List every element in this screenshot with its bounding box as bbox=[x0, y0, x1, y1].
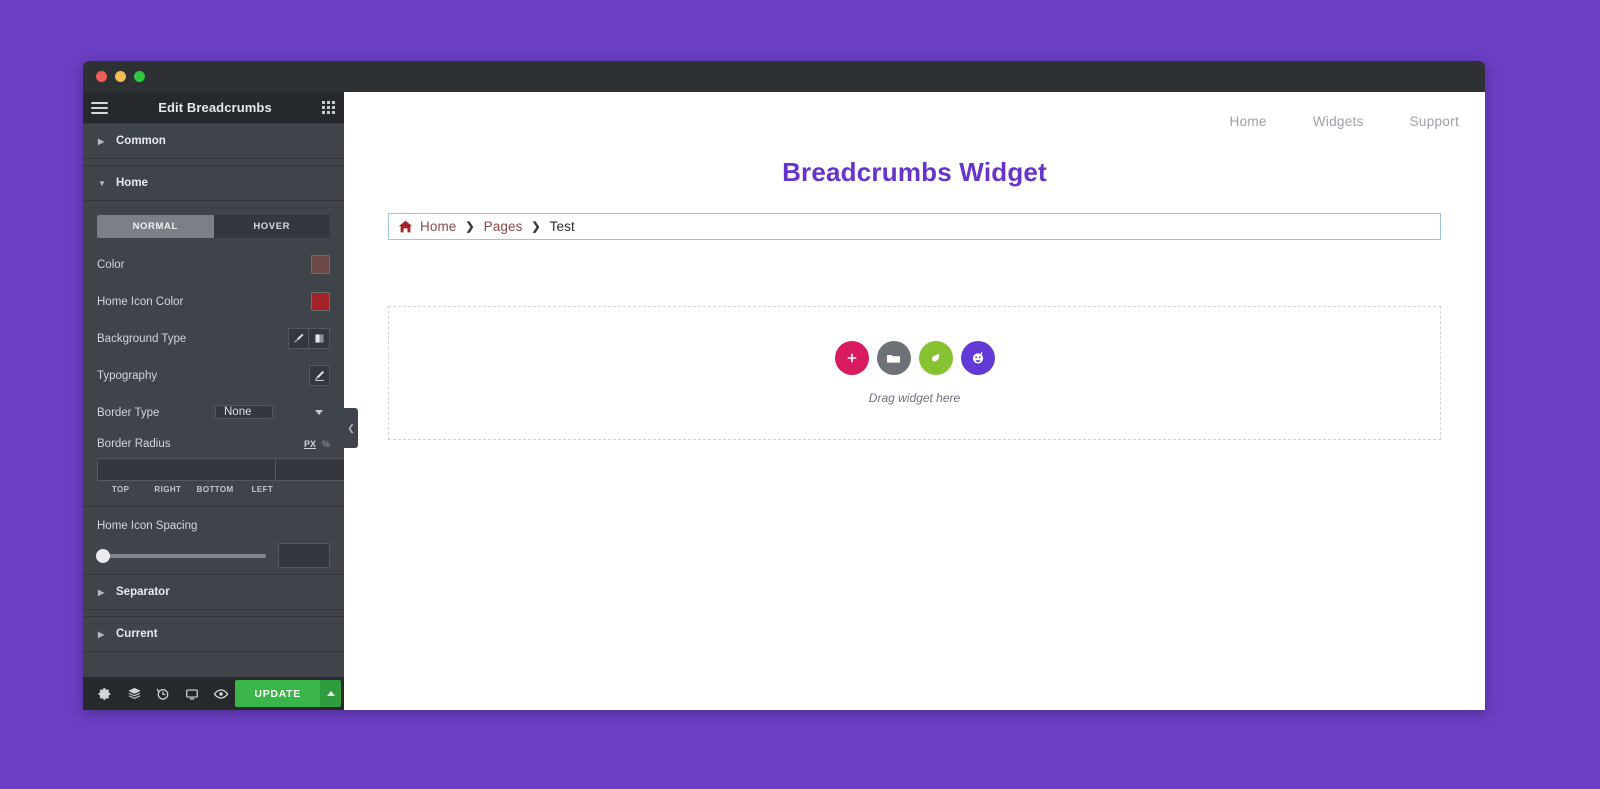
border-type-select-wrap: None bbox=[215, 401, 330, 424]
background-type-label: Background Type bbox=[97, 332, 187, 345]
navigator-layers-icon[interactable] bbox=[120, 677, 149, 710]
border-radius-side-labels: TOP RIGHT BOTTOM LEFT bbox=[97, 485, 330, 494]
row-home-icon-color: Home Icon Color bbox=[97, 283, 330, 320]
section-divider bbox=[83, 506, 344, 507]
home-icon-spacing-label: Home Icon Spacing bbox=[97, 520, 198, 532]
home-section: NORMAL HOVER Color Home Icon Color Backg… bbox=[83, 215, 344, 568]
typography-label: Typography bbox=[97, 369, 158, 382]
slider-thumb[interactable] bbox=[96, 548, 110, 563]
home-icon-spacing-row bbox=[96, 543, 330, 568]
grid-icon[interactable] bbox=[322, 101, 335, 114]
breadcrumbs-widget[interactable]: Home ❯ Pages ❯ Test bbox=[388, 213, 1441, 240]
border-radius-inputs bbox=[97, 458, 344, 481]
accordion-home[interactable]: ▼ Home bbox=[83, 165, 344, 201]
accordion-common-label: Common bbox=[116, 135, 166, 147]
accordion-current[interactable]: ▶ Current bbox=[83, 616, 344, 652]
panel-header: Edit Breadcrumbs bbox=[83, 92, 344, 123]
chevron-right-icon: ▶ bbox=[98, 136, 105, 146]
accordion-home-label: Home bbox=[116, 177, 148, 189]
site-nav: Home Widgets Support bbox=[344, 92, 1485, 129]
add-ai-button[interactable] bbox=[960, 341, 995, 375]
border-radius-top-input[interactable] bbox=[97, 458, 276, 481]
state-tabs: NORMAL HOVER bbox=[97, 215, 330, 238]
label-top: TOP bbox=[111, 485, 130, 494]
border-radius-header: Border Radius PX % bbox=[97, 431, 330, 450]
breadcrumb-separator: ❯ bbox=[531, 221, 541, 233]
responsive-monitor-icon[interactable] bbox=[178, 677, 207, 710]
chevron-right-icon: ▶ bbox=[98, 629, 105, 639]
label-right: RIGHT bbox=[154, 485, 182, 494]
row-border-type: Border Type None bbox=[97, 394, 330, 431]
nav-item-home[interactable]: Home bbox=[1230, 114, 1267, 129]
breadcrumb-separator: ❯ bbox=[465, 221, 475, 233]
accordion-separator[interactable]: ▶ Separator bbox=[83, 574, 344, 610]
home-icon-color-swatch[interactable] bbox=[311, 292, 330, 311]
label-bottom: BOTTOM bbox=[196, 485, 234, 494]
history-clock-icon[interactable] bbox=[149, 677, 178, 710]
preview-eye-icon[interactable] bbox=[207, 677, 236, 710]
settings-gear-icon[interactable] bbox=[91, 677, 120, 710]
accordion-common[interactable]: ▶ Common bbox=[83, 123, 344, 159]
label-spacer bbox=[286, 485, 330, 494]
add-template-button[interactable] bbox=[918, 341, 953, 375]
color-swatch[interactable] bbox=[311, 255, 330, 274]
background-type-options bbox=[288, 328, 330, 349]
accordion-separator-label: Separator bbox=[116, 586, 170, 598]
nav-item-widgets[interactable]: Widgets bbox=[1313, 114, 1364, 129]
panel-footer: UPDATE bbox=[83, 677, 344, 710]
home-icon-color-label: Home Icon Color bbox=[97, 295, 184, 308]
unit-px[interactable]: PX bbox=[304, 439, 316, 449]
editor-panel: Edit Breadcrumbs ▶ Common ▼ Home NORMAL … bbox=[83, 92, 358, 710]
tab-normal[interactable]: NORMAL bbox=[97, 215, 214, 238]
page-title: Breadcrumbs Widget bbox=[782, 157, 1047, 187]
window-close-button[interactable] bbox=[96, 71, 107, 82]
home-house-icon bbox=[398, 219, 413, 234]
breadcrumb-current-test: Test bbox=[549, 219, 575, 234]
tab-hover[interactable]: HOVER bbox=[213, 215, 330, 238]
color-label: Color bbox=[97, 258, 125, 271]
border-radius-units: PX % bbox=[304, 439, 330, 449]
pencil-icon[interactable] bbox=[309, 365, 330, 386]
row-color: Color bbox=[97, 246, 330, 283]
border-radius-right-input[interactable] bbox=[276, 458, 344, 481]
hamburger-icon[interactable] bbox=[91, 101, 108, 114]
chevron-right-icon: ▶ bbox=[98, 587, 105, 597]
chevron-up-icon[interactable] bbox=[320, 680, 341, 707]
panel-collapse-handle[interactable]: ❮ bbox=[344, 408, 358, 448]
row-typography: Typography bbox=[97, 357, 330, 394]
unit-percent[interactable]: % bbox=[322, 439, 330, 449]
chevron-down-icon bbox=[315, 410, 323, 415]
update-button[interactable]: UPDATE bbox=[235, 680, 320, 707]
editor-window: Edit Breadcrumbs ▶ Common ▼ Home NORMAL … bbox=[83, 61, 1485, 710]
breadcrumb-link-pages[interactable]: Pages bbox=[484, 219, 523, 234]
chevron-down-icon: ▼ bbox=[98, 178, 106, 188]
window-minimize-button[interactable] bbox=[115, 71, 126, 82]
add-folder-button[interactable] bbox=[876, 341, 911, 375]
widget-dropzone[interactable]: Drag widget here bbox=[388, 306, 1441, 440]
gradient-icon[interactable] bbox=[309, 328, 330, 349]
window-titlebar bbox=[83, 61, 1485, 92]
preview-canvas: Home Widgets Support Breadcrumbs Widget … bbox=[344, 92, 1485, 710]
window-maximize-button[interactable] bbox=[134, 71, 145, 82]
add-element-button[interactable] bbox=[834, 341, 869, 375]
border-radius-label: Border Radius bbox=[97, 438, 171, 450]
breadcrumb-link-home[interactable]: Home bbox=[420, 219, 456, 234]
panel-content: ▶ Common ▼ Home NORMAL HOVER Color Home … bbox=[83, 123, 344, 677]
panel-title: Edit Breadcrumbs bbox=[158, 100, 272, 115]
brush-icon[interactable] bbox=[288, 328, 309, 349]
update-group: UPDATE bbox=[235, 680, 341, 707]
dropzone-hint: Drag widget here bbox=[868, 391, 961, 405]
row-background-type: Background Type bbox=[97, 320, 330, 357]
accordion-current-label: Current bbox=[116, 628, 158, 640]
label-left: LEFT bbox=[251, 485, 274, 494]
dropzone-buttons bbox=[834, 341, 995, 375]
home-icon-spacing-slider[interactable] bbox=[96, 548, 266, 563]
border-type-label: Border Type bbox=[97, 406, 160, 419]
home-icon-spacing-input[interactable] bbox=[278, 543, 330, 568]
border-type-select[interactable]: None bbox=[215, 405, 273, 419]
nav-item-support[interactable]: Support bbox=[1410, 114, 1459, 129]
